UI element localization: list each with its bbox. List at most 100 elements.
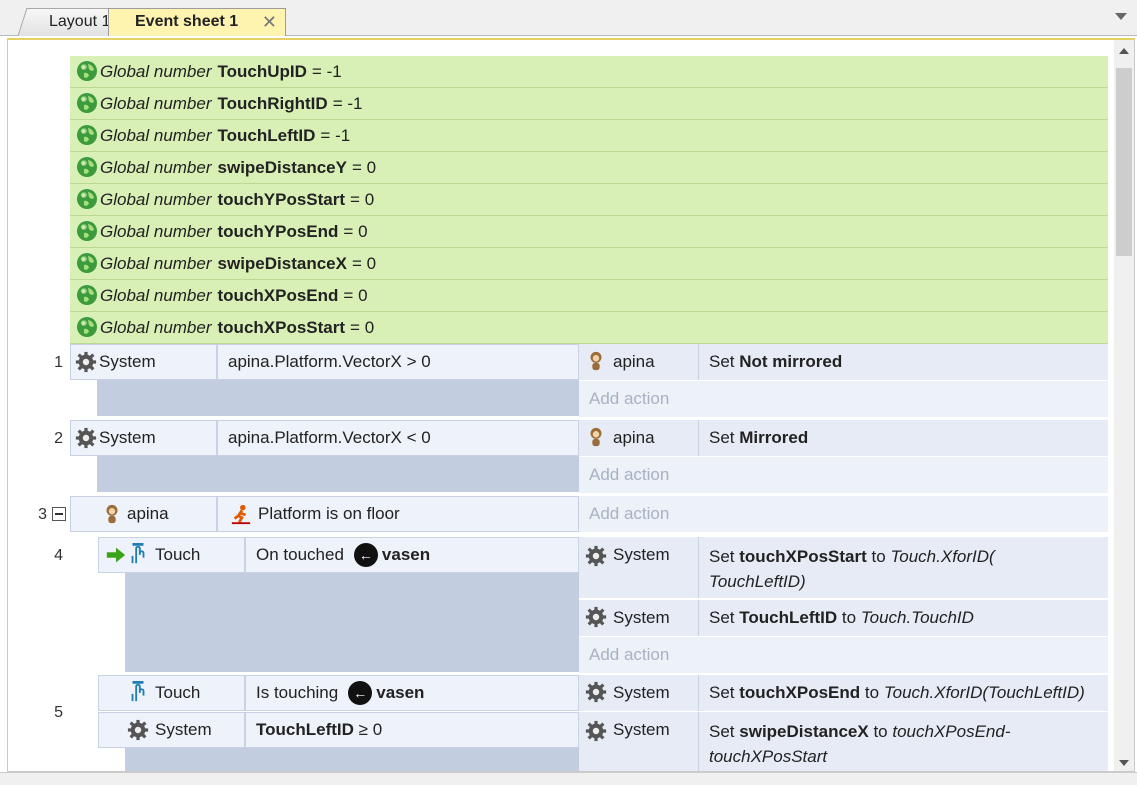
- action-object-system[interactable]: System: [579, 600, 699, 636]
- global-type-label: Global number: [100, 285, 212, 305]
- global-variable-value: = -1: [332, 93, 363, 113]
- condition-area[interactable]: [125, 573, 579, 672]
- condition-text[interactable]: TouchLeftID ≥ 0: [245, 712, 579, 748]
- monkey-icon: [590, 427, 602, 447]
- global-variable-row[interactable]: Global number touchYPosEnd = 0: [70, 216, 1108, 248]
- globe-icon: [77, 157, 97, 177]
- tab-list-dropdown-icon[interactable]: [1115, 13, 1127, 20]
- global-variable-value: = 0: [350, 189, 375, 209]
- tab-bar: Layout 1 Event sheet 1 ✕: [0, 0, 1137, 36]
- condition-text[interactable]: Is touching ← vasen: [245, 675, 579, 711]
- collapse-toggle[interactable]: [52, 507, 66, 521]
- global-variable-row[interactable]: Global number TouchRightID = -1: [70, 88, 1108, 120]
- add-action-link[interactable]: Add action: [579, 496, 1108, 532]
- gear-icon: [585, 720, 607, 742]
- scrollbar-thumb[interactable]: [1116, 68, 1132, 256]
- global-variable-name: TouchRightID: [217, 93, 328, 113]
- condition-area[interactable]: [97, 456, 579, 492]
- global-variable-value: = -1: [311, 61, 342, 81]
- global-type-label: Global number: [100, 189, 212, 209]
- global-variable-value: = 0: [351, 253, 377, 273]
- trigger-arrow-icon: [106, 547, 126, 563]
- gear-icon: [75, 351, 97, 373]
- global-variable-row[interactable]: Global number touchYPosStart = 0: [70, 184, 1108, 216]
- scroll-up-icon[interactable]: [1119, 48, 1129, 54]
- vertical-scrollbar[interactable]: [1114, 40, 1134, 771]
- global-variable-row[interactable]: Global number swipeDistanceX = 0: [70, 248, 1108, 280]
- action-text[interactable]: Set TouchLeftID to Touch.TouchID: [699, 600, 1108, 636]
- global-variable-name: touchXPosStart: [217, 317, 346, 337]
- action-text[interactable]: Set touchXPosStart to Touch.XforID(Touch…: [699, 537, 1108, 598]
- event-number-5: 5: [54, 704, 63, 721]
- action-object-apina[interactable]: apina: [579, 420, 699, 456]
- condition-object-system[interactable]: System: [98, 712, 245, 748]
- add-action-link[interactable]: Add action: [579, 381, 1108, 417]
- action-text[interactable]: Set swipeDistanceX to touchXPosEnd-touch…: [699, 712, 1108, 771]
- touch-icon: [131, 543, 145, 564]
- condition-text[interactable]: apina.Platform.VectorX > 0: [217, 344, 579, 380]
- condition-object-system[interactable]: System: [70, 344, 217, 380]
- global-type-label: Global number: [100, 221, 212, 241]
- globe-icon: [77, 253, 97, 273]
- action-object-system[interactable]: System: [579, 712, 699, 771]
- global-variable-value: = 0: [343, 221, 368, 241]
- condition-object-apina[interactable]: apina: [70, 496, 217, 532]
- global-type-label: Global number: [100, 61, 212, 81]
- left-arrow-icon: ←: [353, 543, 378, 567]
- gear-icon: [75, 427, 97, 449]
- condition-text[interactable]: apina.Platform.VectorX < 0: [217, 420, 579, 456]
- condition-object-touch[interactable]: Touch: [98, 537, 245, 573]
- monkey-icon: [590, 351, 602, 371]
- action-text[interactable]: Set Mirrored: [699, 420, 1108, 456]
- condition-area[interactable]: [125, 748, 579, 771]
- global-variable-row[interactable]: Global number TouchLeftID = -1: [70, 120, 1108, 152]
- left-arrow-icon: ←: [348, 681, 373, 705]
- action-object-apina[interactable]: apina: [579, 344, 699, 380]
- scroll-down-icon[interactable]: [1119, 760, 1129, 766]
- condition-text[interactable]: Platform is on floor: [217, 496, 579, 532]
- global-variable-row[interactable]: Global number touchXPosEnd = 0: [70, 280, 1108, 312]
- gear-icon: [585, 606, 607, 628]
- action-object-system[interactable]: System: [579, 675, 699, 711]
- global-variable-name: swipeDistanceY: [217, 157, 347, 177]
- add-action-link[interactable]: Add action: [579, 637, 1108, 673]
- close-tab-icon[interactable]: ✕: [262, 9, 277, 35]
- global-variable-row[interactable]: Global number touchXPosStart = 0: [70, 312, 1108, 344]
- globe-icon: [77, 189, 97, 209]
- gear-icon: [585, 681, 607, 703]
- condition-object-touch[interactable]: Touch: [98, 675, 245, 711]
- global-variable-value: = 0: [343, 285, 368, 305]
- global-variable-name: TouchUpID: [217, 61, 307, 81]
- event-number-1: 1: [54, 354, 63, 371]
- global-variable-name: touchYPosStart: [217, 189, 346, 209]
- action-text[interactable]: Set touchXPosEnd to Touch.XforID(TouchLe…: [699, 675, 1108, 711]
- condition-text[interactable]: On touched ← vasen: [245, 537, 579, 573]
- horizontal-scrollbar[interactable]: [0, 772, 1137, 785]
- globe-icon: [77, 285, 97, 305]
- event-number-2: 2: [54, 430, 63, 447]
- event-number-4: 4: [54, 547, 63, 564]
- gear-icon: [585, 545, 607, 567]
- globe-icon: [77, 93, 97, 113]
- global-type-label: Global number: [100, 157, 212, 177]
- action-object-system[interactable]: System: [579, 537, 699, 598]
- global-type-label: Global number: [100, 125, 212, 145]
- action-text[interactable]: Set Not mirrored: [699, 344, 1108, 380]
- monkey-icon: [106, 504, 118, 524]
- global-variable-row[interactable]: Global number TouchUpID = -1: [70, 56, 1108, 88]
- global-type-label: Global number: [100, 93, 212, 113]
- global-variable-row[interactable]: Global number swipeDistanceY = 0: [70, 152, 1108, 184]
- global-variable-name: swipeDistanceX: [217, 253, 347, 273]
- global-variable-value: = 0: [351, 157, 377, 177]
- global-variable-value: = 0: [350, 317, 375, 337]
- condition-object-system[interactable]: System: [70, 420, 217, 456]
- global-variable-name: touchYPosEnd: [217, 221, 339, 241]
- globe-icon: [77, 221, 97, 241]
- event-number-3: 3: [38, 506, 47, 523]
- global-variable-name: touchXPosEnd: [217, 285, 339, 305]
- globe-icon: [77, 125, 97, 145]
- tab-event-sheet-1[interactable]: Event sheet 1 ✕: [108, 8, 286, 36]
- add-action-link[interactable]: Add action: [579, 457, 1108, 493]
- condition-area[interactable]: [97, 380, 579, 416]
- global-type-label: Global number: [100, 253, 212, 273]
